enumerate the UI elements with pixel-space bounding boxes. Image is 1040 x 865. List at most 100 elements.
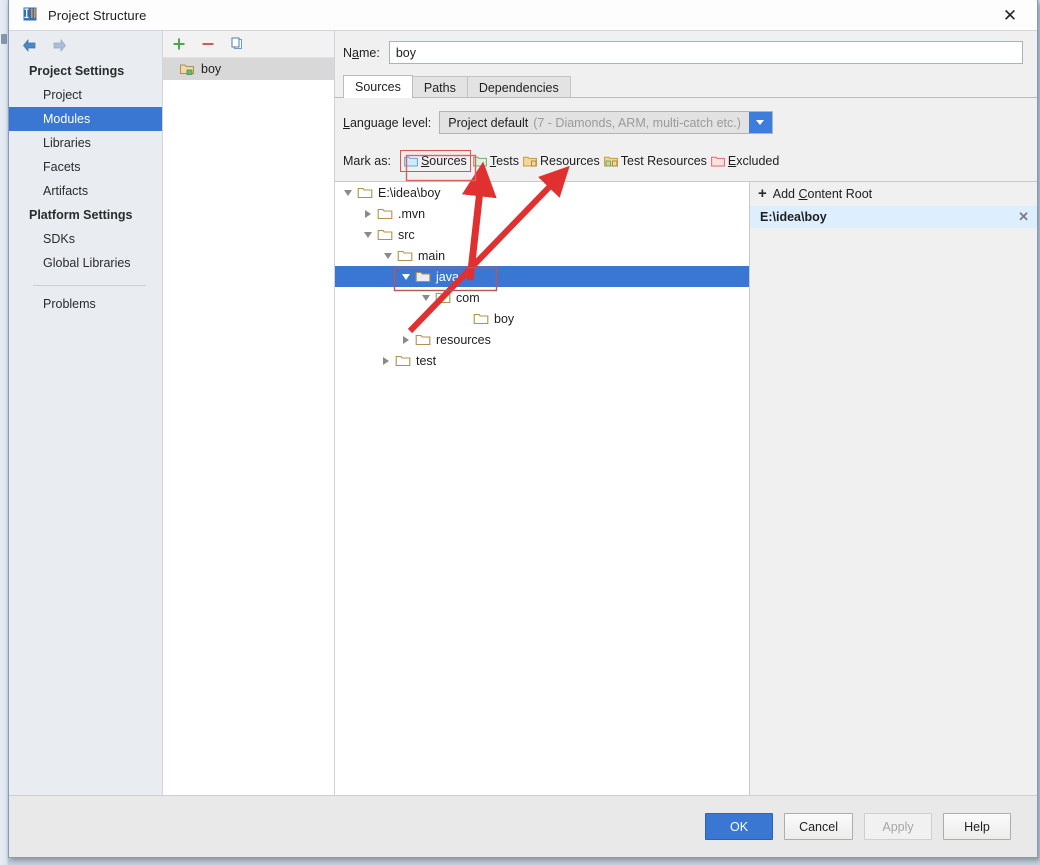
module-name-input[interactable] (388, 41, 1023, 64)
mark-as-tests-label: Tests (489, 154, 519, 168)
chevron-down-icon[interactable] (748, 112, 772, 133)
mark-as-label: Mark as: (343, 154, 391, 168)
folder-excluded-icon (711, 156, 725, 166)
module-name-label: Name: (343, 45, 380, 60)
tree-node-label: java (436, 269, 459, 284)
tree-node-label: main (418, 248, 446, 263)
twisty-collapsed-icon[interactable] (397, 335, 415, 344)
sidebar-item-sdks[interactable]: SDKs (9, 227, 162, 251)
tree-node-label: src (398, 227, 415, 242)
module-toolbar (163, 31, 334, 58)
language-level-label: Language level: (343, 115, 432, 130)
mark-as-tests-button[interactable]: Tests (471, 152, 521, 170)
mark-as-test-resources-button[interactable]: Test Resources (602, 152, 709, 170)
folder-icon (473, 313, 489, 324)
tab-sources[interactable]: Sources (343, 75, 413, 98)
folder-icon (415, 334, 431, 345)
folder-sources-icon (404, 156, 418, 166)
sidebar-group-project-settings: Project Settings (29, 64, 125, 78)
folder-icon (357, 187, 373, 198)
help-button[interactable]: Help (943, 813, 1011, 840)
folder-resources-icon (523, 156, 537, 166)
sidebar-item-problems[interactable]: Problems (9, 292, 162, 316)
tree-node-resources[interactable]: resources (335, 329, 749, 350)
tab-dependencies[interactable]: Dependencies (466, 76, 571, 98)
folder-tests-icon (472, 156, 487, 166)
folder-icon (435, 292, 451, 303)
tree-node-label: resources (436, 332, 491, 347)
mark-as-sources-button[interactable]: Sources (399, 150, 471, 172)
language-level-combobox[interactable]: Project default (7 - Diamonds, ARM, mult… (439, 111, 773, 134)
folder-icon (377, 208, 393, 219)
dialog-body: Project Settings Project Modules Librari… (9, 31, 1037, 795)
sidebar-item-project[interactable]: Project (9, 83, 162, 107)
copy-icon[interactable] (229, 36, 245, 52)
dialog-title-bar: Project Structure ✕ (9, 0, 1037, 31)
cancel-button[interactable]: Cancel (784, 813, 853, 840)
background-app-marker (1, 34, 7, 44)
sidebar-item-modules[interactable]: Modules (9, 107, 162, 131)
close-icon[interactable]: ✕ (989, 0, 1031, 31)
mark-as-sources-label: Sources (420, 154, 467, 168)
tree-node-com[interactable]: com (335, 287, 749, 308)
sources-tab-panel: Language level: Project default (7 - Dia… (335, 97, 1037, 795)
mark-as-excluded-button[interactable]: Excluded (709, 152, 781, 170)
module-list: boy (163, 58, 334, 795)
plus-icon[interactable] (171, 36, 187, 52)
mark-as-resources-label: Resources (540, 154, 600, 168)
tree-node-label: com (456, 290, 480, 305)
intellij-idea-logo-icon (23, 7, 37, 21)
twisty-collapsed-icon[interactable] (377, 356, 395, 365)
sources-panes: E:\idea\boy .mvn src main java com boy r… (335, 181, 1037, 795)
module-list-panel: boy (163, 31, 335, 795)
twisty-expanded-icon[interactable] (339, 189, 357, 196)
sidebar-item-artifacts[interactable]: Artifacts (9, 179, 162, 203)
folder-icon (397, 250, 413, 261)
sidebar-item-libraries[interactable]: Libraries (9, 131, 162, 155)
twisty-expanded-icon[interactable] (359, 231, 377, 238)
arrow-back-icon[interactable] (21, 38, 38, 53)
dialog-footer: OK Cancel Apply Help (9, 795, 1037, 857)
project-structure-dialog: Project Structure ✕ Project Settings Pro… (8, 0, 1038, 858)
arrow-forward-icon[interactable] (51, 38, 68, 53)
sidebar-group-platform-settings: Platform Settings (29, 208, 133, 222)
tree-node-label: .mvn (398, 206, 426, 221)
settings-sidebar: Project Settings Project Modules Librari… (9, 31, 163, 795)
tree-node-label: E:\idea\boy (378, 185, 441, 200)
add-content-root-button[interactable]: + Add Content Root (750, 182, 1037, 206)
content-root-path: E:\idea\boy (760, 210, 827, 224)
remove-content-root-icon[interactable]: ✕ (1016, 209, 1031, 225)
sidebar-item-facets[interactable]: Facets (9, 155, 162, 179)
language-level-value: Project default (448, 115, 529, 130)
twisty-expanded-icon[interactable] (397, 273, 415, 280)
module-list-item-boy[interactable]: boy (163, 58, 334, 80)
tree-node-boy[interactable]: boy (335, 308, 749, 329)
folder-icon (395, 355, 411, 366)
language-level-row: Language level: Project default (7 - Dia… (335, 98, 1037, 134)
module-list-item-label: boy (201, 62, 222, 76)
add-content-root-label: Add Content Root (772, 187, 873, 201)
sidebar-item-global-libraries[interactable]: Global Libraries (9, 251, 162, 275)
twisty-expanded-icon[interactable] (379, 252, 397, 259)
twisty-collapsed-icon[interactable] (359, 209, 377, 218)
tree-node-root[interactable]: E:\idea\boy (335, 182, 749, 203)
module-name-row: Name: (335, 31, 1037, 64)
tree-node-test[interactable]: test (335, 350, 749, 371)
tab-paths[interactable]: Paths (411, 76, 468, 98)
mark-as-resources-button[interactable]: Resources (521, 152, 602, 170)
language-level-hint: (7 - Diamonds, ARM, multi-catch etc.) (533, 115, 741, 130)
content-root-entry[interactable]: E:\idea\boy ✕ (750, 206, 1037, 228)
folder-icon (415, 271, 431, 282)
tree-node-java[interactable]: java (335, 266, 749, 287)
tree-node-mvn[interactable]: .mvn (335, 203, 749, 224)
tree-node-src[interactable]: src (335, 224, 749, 245)
twisty-expanded-icon[interactable] (417, 294, 435, 301)
dialog-title: Project Structure (48, 7, 147, 23)
minus-icon[interactable] (200, 36, 216, 52)
ok-button[interactable]: OK (705, 813, 774, 840)
folder-test-resources-icon (603, 156, 618, 166)
folder-icon (377, 229, 393, 240)
tree-node-main[interactable]: main (335, 245, 749, 266)
sidebar-divider (33, 285, 146, 286)
tree-node-label: boy (494, 311, 515, 326)
